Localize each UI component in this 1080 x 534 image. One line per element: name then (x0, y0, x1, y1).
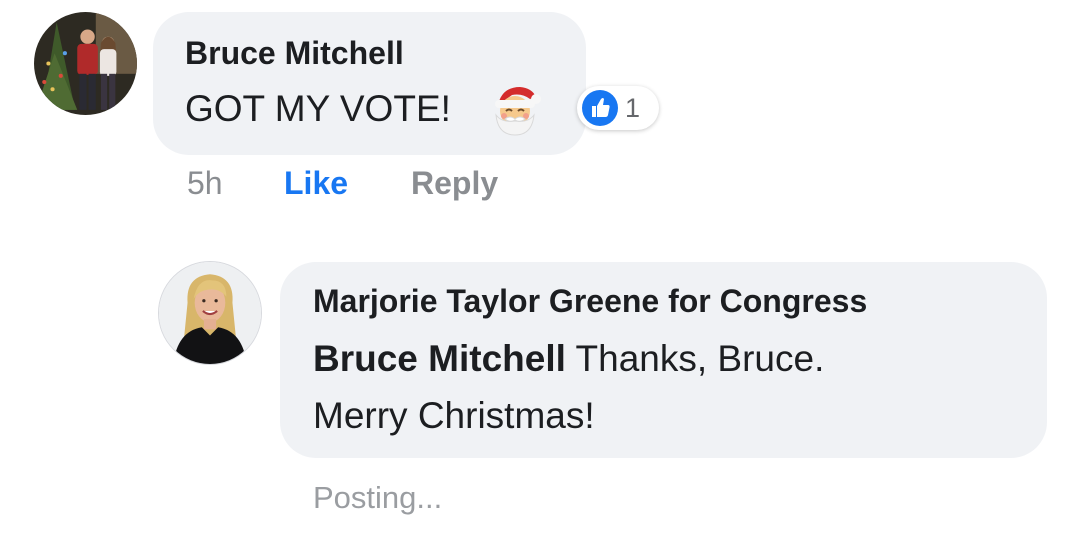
reaction-count: 1 (625, 93, 641, 123)
mention-link[interactable]: Bruce Mitchell (313, 338, 566, 379)
reply-text-line-1: Bruce Mitchell Thanks, Bruce. (313, 332, 824, 386)
like-icon (582, 90, 618, 126)
posting-status: Posting... (313, 480, 443, 515)
reply-button[interactable]: Reply (411, 163, 498, 203)
comment-text: GOT MY VOTE! (185, 88, 451, 129)
reply-text-line-2: Merry Christmas! (313, 395, 595, 436)
santa-claus-emoji-icon (488, 83, 542, 137)
like-button[interactable]: Like (284, 163, 348, 203)
reply-text: Thanks, Bruce. (565, 338, 825, 379)
commenter-avatar[interactable] (34, 12, 137, 115)
reply-author-name[interactable]: Marjorie Taylor Greene for Congress (313, 283, 867, 320)
reaction-summary[interactable]: 1 (577, 86, 659, 130)
comment-timestamp[interactable]: 5h (187, 163, 223, 203)
replier-avatar[interactable] (158, 261, 262, 365)
comment-author-name[interactable]: Bruce Mitchell (185, 35, 404, 72)
